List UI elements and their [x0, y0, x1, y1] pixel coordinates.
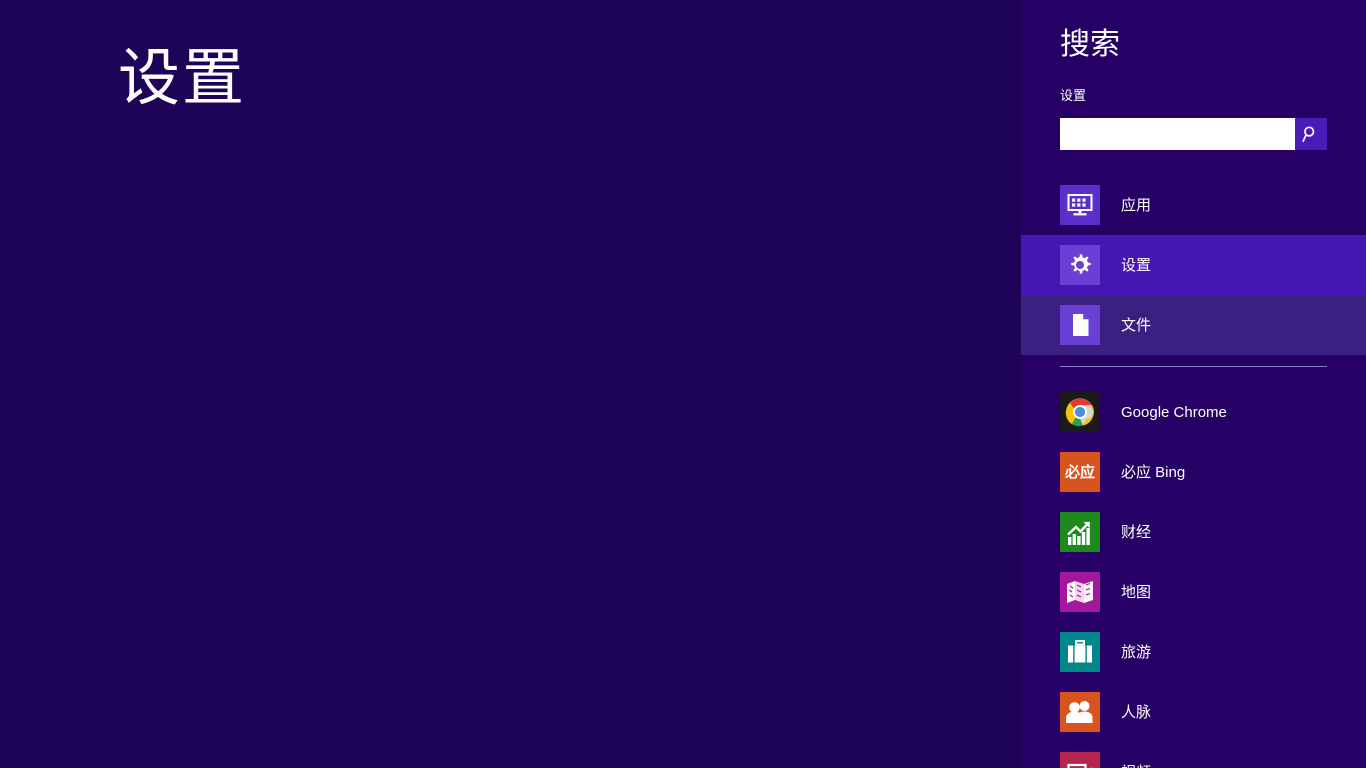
app-results-list: Google Chrome 必应 必应 Bing 财经 地图 旅游 人脉: [1021, 382, 1366, 768]
finance-chart-icon: [1060, 512, 1100, 552]
app-label: 视频: [1121, 765, 1151, 768]
bing-tile-text: 必应: [1064, 463, 1095, 481]
video-camera-icon: [1060, 752, 1100, 768]
search-box: [1060, 118, 1327, 150]
app-label: 旅游: [1121, 643, 1152, 661]
bing-icon: 必应: [1060, 452, 1100, 492]
list-item[interactable]: 人脉: [1021, 682, 1366, 742]
app-label: 人脉: [1121, 703, 1152, 721]
gear-icon: [1060, 245, 1100, 285]
desktop-background: 设置: [0, 0, 1021, 768]
category-row-apps[interactable]: 应用: [1021, 175, 1366, 235]
monitor-apps-icon: [1060, 185, 1100, 225]
panel-title: 搜索: [1060, 28, 1120, 61]
app-label: 必应 Bing: [1121, 463, 1186, 481]
list-item[interactable]: 旅游: [1021, 622, 1366, 682]
list-divider: [1060, 366, 1327, 367]
list-item[interactable]: 财经: [1021, 502, 1366, 562]
category-row-settings[interactable]: 设置: [1021, 235, 1366, 295]
people-icon: [1060, 692, 1100, 732]
category-row-files[interactable]: 文件: [1021, 295, 1366, 355]
search-scope-label: 设置: [1060, 88, 1087, 103]
map-icon: [1060, 572, 1100, 612]
app-label: 财经: [1121, 523, 1152, 541]
app-label: Google Chrome: [1121, 403, 1227, 421]
list-item[interactable]: 必应 必应 Bing: [1021, 442, 1366, 502]
suitcase-icon: [1060, 632, 1100, 672]
list-item[interactable]: 地图: [1021, 562, 1366, 622]
list-item[interactable]: 视频: [1021, 742, 1366, 768]
page-title: 设置: [118, 44, 247, 113]
app-label: 地图: [1121, 583, 1152, 601]
list-item[interactable]: Google Chrome: [1021, 382, 1366, 442]
chrome-icon: [1060, 392, 1100, 432]
search-icon: [1302, 125, 1320, 143]
category-label: 应用: [1121, 196, 1152, 214]
search-button[interactable]: [1295, 118, 1327, 150]
category-label: 设置: [1121, 256, 1152, 274]
document-icon: [1060, 305, 1100, 345]
search-charm-panel: 搜索 设置 应用 设置 文件 Google Chrome 必应 必应 Bing …: [1021, 0, 1366, 768]
search-input[interactable]: [1060, 118, 1295, 150]
category-label: 文件: [1121, 316, 1152, 334]
